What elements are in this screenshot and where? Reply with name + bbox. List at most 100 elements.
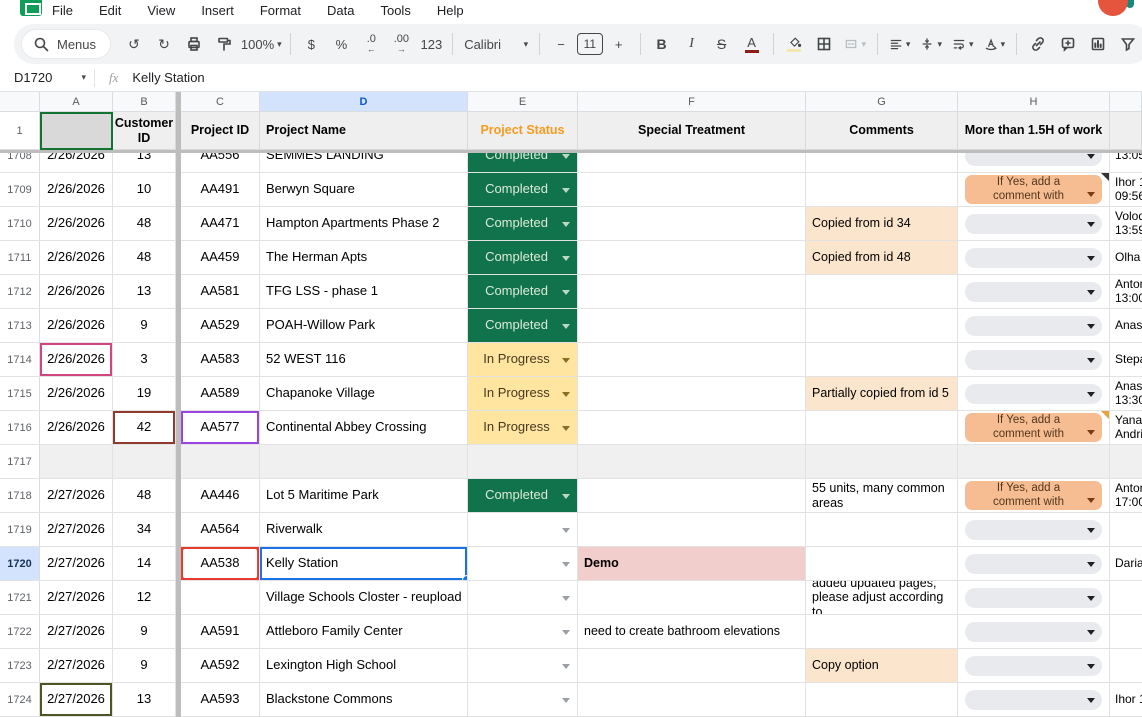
cell-H1714-dropdown[interactable]: [958, 343, 1110, 377]
cell-A1716[interactable]: 2/26/2026: [40, 411, 113, 445]
dropdown-chip[interactable]: [965, 587, 1102, 608]
row-header-1708[interactable]: 1708: [0, 153, 40, 173]
menu-edit[interactable]: Edit: [99, 3, 121, 18]
cell-B1718[interactable]: 48: [113, 479, 176, 513]
cell-H1719-dropdown[interactable]: [958, 513, 1110, 547]
cell-F1715[interactable]: [578, 377, 806, 411]
cell-F1722[interactable]: need to create bathroom elevations: [578, 615, 806, 649]
name-box[interactable]: D1720 ▾: [0, 70, 86, 85]
cell-F1710[interactable]: [578, 207, 806, 241]
cell-A1718[interactable]: 2/27/2026: [40, 479, 113, 513]
cell-H1712-dropdown[interactable]: [958, 275, 1110, 309]
cell-G1719[interactable]: [806, 513, 958, 547]
cell-H1711-dropdown[interactable]: [958, 241, 1110, 275]
cell-B1724[interactable]: 13: [113, 683, 176, 717]
cell-I1722[interactable]: [1110, 615, 1142, 649]
text-rotation-button[interactable]: ▾: [980, 30, 1010, 58]
row-header-1715[interactable]: 1715: [0, 377, 40, 411]
zoom-select[interactable]: 100% ▾: [240, 30, 282, 58]
cell-E1714-status-dropdown[interactable]: In Progress: [468, 343, 578, 377]
cell-F1717[interactable]: [578, 445, 806, 479]
cell-H1708-dropdown[interactable]: [958, 153, 1110, 173]
cell-E1712-status-dropdown[interactable]: Completed: [468, 275, 578, 309]
cell-A1719[interactable]: 2/27/2026: [40, 513, 113, 547]
cell-G1722[interactable]: [806, 615, 958, 649]
row-header-1724[interactable]: 1724: [0, 683, 40, 717]
cell-D1721[interactable]: Village Schools Closter - reupload: [260, 581, 468, 615]
column-header-A[interactable]: A: [40, 92, 113, 112]
cell-I1711[interactable]: Olha: [1110, 241, 1142, 275]
cell-C1722[interactable]: AA591: [181, 615, 260, 649]
cell-E1[interactable]: Project Status: [468, 112, 578, 150]
row-header-1714[interactable]: 1714: [0, 343, 40, 377]
dropdown-chip[interactable]: [965, 689, 1102, 710]
cell-I1718[interactable]: Anton17:00: [1110, 479, 1142, 513]
formula-input[interactable]: Kelly Station: [132, 70, 204, 85]
row-header-1709[interactable]: 1709: [0, 173, 40, 207]
menu-insert[interactable]: Insert: [201, 3, 234, 18]
cell-F1716[interactable]: [578, 411, 806, 445]
cell-D1718[interactable]: Lot 5 Maritime Park: [260, 479, 468, 513]
cell-B1717[interactable]: [113, 445, 176, 479]
cell-A1708[interactable]: 2/26/2026: [40, 153, 113, 173]
cell-I1724[interactable]: Ihor 1: [1110, 683, 1142, 717]
borders-button[interactable]: [810, 30, 838, 58]
cell-D1711[interactable]: The Herman Apts: [260, 241, 468, 275]
cell-G1714[interactable]: [806, 343, 958, 377]
cell-C1716[interactable]: AA577: [181, 411, 260, 445]
bold-button[interactable]: B: [648, 30, 676, 58]
cell-E1721-status-dropdown[interactable]: [468, 581, 578, 615]
menu-tools[interactable]: Tools: [380, 3, 410, 18]
cell-F1720[interactable]: Demo: [578, 547, 806, 581]
menu-view[interactable]: View: [147, 3, 175, 18]
text-color-button[interactable]: A: [738, 30, 766, 58]
cell-H1[interactable]: More than 1.5H of work: [958, 112, 1110, 150]
row-header-1[interactable]: 1: [0, 112, 40, 150]
dropdown-chip[interactable]: [965, 247, 1102, 268]
cell-G1718[interactable]: 55 units, many common areas: [806, 479, 958, 513]
menu-file[interactable]: File: [52, 3, 73, 18]
increase-font-button[interactable]: +: [605, 30, 633, 58]
cell-D1717[interactable]: [260, 445, 468, 479]
cell-C1717[interactable]: [181, 445, 260, 479]
column-header-E[interactable]: E: [468, 92, 578, 112]
if-yes-comment-chip[interactable]: If Yes, add a comment with: [965, 175, 1102, 204]
cell-F1712[interactable]: [578, 275, 806, 309]
cell-G1715[interactable]: Partially copied from id 5: [806, 377, 958, 411]
cell-I1[interactable]: [1110, 112, 1142, 150]
cell-D1715[interactable]: Chapanoke Village: [260, 377, 468, 411]
cell-G1724[interactable]: [806, 683, 958, 717]
column-header-C[interactable]: C: [181, 92, 260, 112]
cell-C1723[interactable]: AA592: [181, 649, 260, 683]
cell-F1721[interactable]: [578, 581, 806, 615]
cell-H1720-dropdown[interactable]: [958, 547, 1110, 581]
cell-F1724[interactable]: [578, 683, 806, 717]
cell-F1711[interactable]: [578, 241, 806, 275]
cell-B1719[interactable]: 34: [113, 513, 176, 547]
cell-B1[interactable]: Customer ID: [113, 112, 176, 150]
cell-D1713[interactable]: POAH-Willow Park: [260, 309, 468, 343]
cell-B1708[interactable]: 13: [113, 153, 176, 173]
column-header-F[interactable]: F: [578, 92, 806, 112]
cell-F1719[interactable]: [578, 513, 806, 547]
cell-H1713-dropdown[interactable]: [958, 309, 1110, 343]
row-header-1716[interactable]: 1716: [0, 411, 40, 445]
cell-E1710-status-dropdown[interactable]: Completed: [468, 207, 578, 241]
cell-I1721[interactable]: [1110, 581, 1142, 615]
strikethrough-button[interactable]: S: [708, 30, 736, 58]
decrease-decimal-button[interactable]: .0 ←: [357, 30, 385, 58]
cell-G1709[interactable]: [806, 173, 958, 207]
cell-B1714[interactable]: 3: [113, 343, 176, 377]
cell-I1716[interactable]: Yana Andri: [1110, 411, 1142, 445]
cell-C1715[interactable]: AA589: [181, 377, 260, 411]
dropdown-chip[interactable]: [965, 655, 1102, 676]
cell-I1712[interactable]: Anton13:00: [1110, 275, 1142, 309]
cell-C1709[interactable]: AA491: [181, 173, 260, 207]
cell-H1723-dropdown[interactable]: [958, 649, 1110, 683]
cell-G1711[interactable]: Copied from id 48: [806, 241, 958, 275]
cell-C1718[interactable]: AA446: [181, 479, 260, 513]
if-yes-comment-chip[interactable]: If Yes, add a comment with: [965, 413, 1102, 442]
menu-format[interactable]: Format: [260, 3, 301, 18]
cell-A1723[interactable]: 2/27/2026: [40, 649, 113, 683]
cell-A1714[interactable]: 2/26/2026: [40, 343, 113, 377]
